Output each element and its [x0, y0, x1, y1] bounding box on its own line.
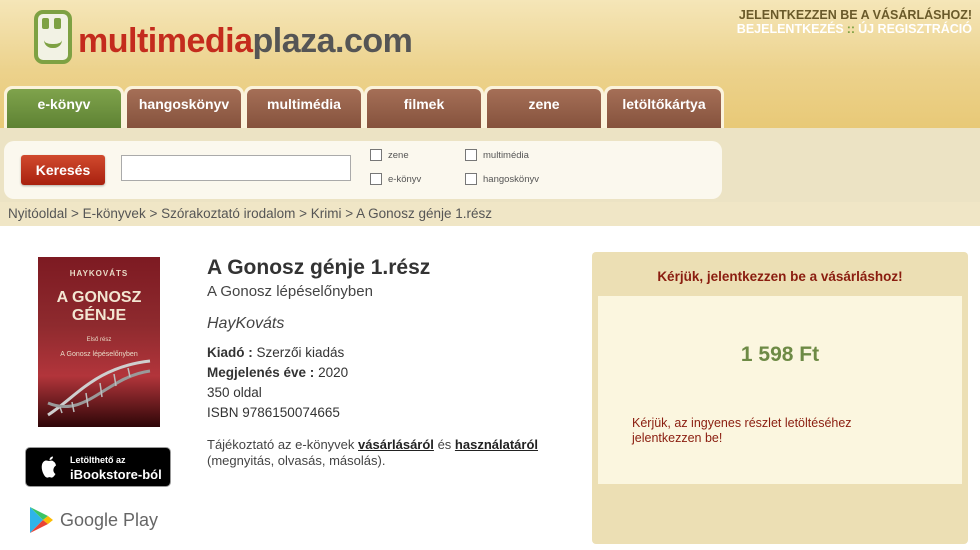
purchase-login-prompt[interactable]: Kérjük, jelentkezzen be a vásárláshoz! [592, 269, 968, 284]
tab-hangoskonyv[interactable]: hangoskönyv [124, 86, 244, 128]
tab-multimedia[interactable]: multimédia [244, 86, 364, 128]
filter-multimedia[interactable]: multimédia [465, 149, 529, 161]
ibookstore-line1: Letölthető az [70, 455, 126, 465]
book-subtitle: A Gonosz lépéselőnyben [207, 283, 373, 300]
cover-author: HAYKOVÁTS [69, 269, 129, 278]
account-separator: :: [846, 22, 856, 36]
login-link[interactable]: BEJELENTKEZÉS [737, 22, 844, 36]
price-panel: 1 598 Ft Kérjük, az ingyenes részlet let… [598, 296, 962, 484]
filter-multimedia-checkbox[interactable] [465, 149, 477, 161]
search-panel: Keresés zene multimédia e-könyv hangoskö… [4, 141, 722, 199]
apple-icon [41, 456, 56, 478]
site-logo[interactable]: multimediaplaza.com [0, 0, 450, 72]
book-author[interactable]: HayKováts [207, 315, 284, 333]
usage-info-link[interactable]: használatáról [455, 437, 538, 452]
tab-letoltokartya[interactable]: letöltőkártya [604, 86, 724, 128]
isbn-row: ISBN 9786150074665 [207, 405, 340, 420]
google-play-icon [30, 507, 53, 533]
year-row: Megjelenés éve : 2020 [207, 365, 349, 380]
sample-login-note[interactable]: Kérjük, az ingyenes részlet letöltéséhez… [632, 416, 912, 446]
tab-zene[interactable]: zene [484, 86, 604, 128]
logo-text: multimediaplaza.com [78, 22, 413, 60]
mascot-logo-icon [34, 10, 72, 64]
purchase-info-link[interactable]: vásárlásáról [358, 437, 434, 452]
ebook-info: Tájékoztató az e-könyvek vásárlásáról és… [207, 437, 539, 468]
search-area: Keresés zene multimédia e-könyv hangoskö… [0, 128, 980, 202]
purchase-box: Kérjük, jelentkezzen be a vásárláshoz! 1… [592, 252, 968, 544]
filter-e-konyv[interactable]: e-könyv [370, 173, 421, 185]
login-prompt: JELENTKEZZEN BE A VÁSÁRLÁSHOZ! [738, 8, 972, 22]
search-input[interactable] [121, 155, 351, 181]
account-area: JELENTKEZZEN BE A VÁSÁRLÁSHOZ! BEJELENTK… [737, 8, 972, 36]
cover-title: A GONOSZ GÉNJE [56, 289, 142, 324]
publisher-row: Kiadó : Szerzői kiadás [207, 345, 345, 360]
google-play-text: Google Play [60, 510, 159, 530]
dna-helix-icon [47, 359, 151, 417]
filter-hangoskonyv-checkbox[interactable] [465, 173, 477, 185]
site-header: multimediaplaza.com JELENTKEZZEN BE A VÁ… [0, 0, 980, 128]
search-button[interactable]: Keresés [21, 155, 105, 185]
tab-filmek[interactable]: filmek [364, 86, 484, 128]
book-title: A Gonosz génje 1.rész [207, 256, 431, 279]
book-cover: HAYKOVÁTS A GONOSZ GÉNJE Első rész A Gono… [38, 257, 160, 427]
filter-zene[interactable]: zene [370, 149, 409, 161]
register-link[interactable]: ÚJ REGISZTRÁCIÓ [858, 22, 972, 36]
ibookstore-line2: iBookstore-ból [70, 467, 162, 482]
ibookstore-badge[interactable]: Letölthető az iBookstore-ból [25, 447, 171, 487]
breadcrumb[interactable]: Nyitóoldal > E-könyvek > Szórakoztató ir… [0, 202, 980, 226]
filter-zene-checkbox[interactable] [370, 149, 382, 161]
category-tabs: e-könyv hangoskönyv multimédia filmek ze… [0, 86, 724, 128]
tab-e-konyv[interactable]: e-könyv [4, 86, 124, 128]
google-play-badge[interactable]: Google Play [28, 506, 178, 536]
filter-hangoskonyv[interactable]: hangoskönyv [465, 173, 539, 185]
filter-e-konyv-checkbox[interactable] [370, 173, 382, 185]
pages-row: 350 oldal [207, 385, 262, 400]
cover-part: Első rész [86, 337, 112, 343]
price: 1 598 Ft [740, 343, 820, 366]
